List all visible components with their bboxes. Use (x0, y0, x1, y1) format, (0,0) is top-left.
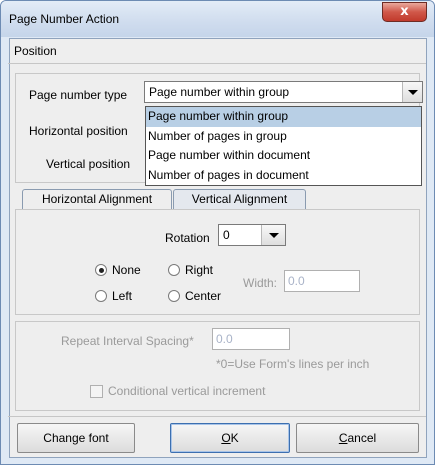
radio-right-label: Right (185, 263, 214, 277)
close-button[interactable]: x (382, 2, 427, 22)
cancel-button[interactable]: Cancel (296, 423, 419, 453)
close-icon: x (400, 4, 409, 19)
dropdown-option[interactable]: Number of pages in document (146, 166, 421, 186)
window-title: Page Number Action (9, 12, 120, 26)
dropdown-option[interactable]: Number of pages in group (146, 127, 421, 147)
dropdown-arrow[interactable] (261, 225, 285, 245)
tab-label: Horizontal Alignment (41, 192, 153, 206)
title-bar: Page Number Action x (1, 1, 434, 37)
page-number-type-value: Page number within group (149, 85, 290, 99)
dropdown-option[interactable]: Page number within document (146, 146, 421, 166)
page-number-type-dropdown-list: Page number within group Number of pages… (145, 106, 422, 186)
tab-label: Vertical Alignment (191, 192, 288, 206)
vertical-position-label: Vertical position (46, 157, 131, 171)
repeat-note: *0=Use Form's lines per inch (216, 357, 370, 371)
rotation-value: 0 (223, 228, 230, 242)
rotation-label: Rotation (165, 231, 210, 245)
horizontal-position-label: Horizontal position (29, 124, 128, 138)
section-label-position: Position (14, 44, 57, 58)
page-number-type-select[interactable]: Page number within group (144, 81, 423, 103)
ok-button[interactable]: OK (170, 423, 290, 453)
tab-horizontal-alignment[interactable]: Horizontal Alignment (22, 189, 172, 209)
radio-center[interactable] (168, 290, 180, 302)
change-font-label: Change font (43, 431, 109, 445)
rotation-select[interactable]: 0 (218, 224, 286, 246)
dropdown-option[interactable]: Page number within group (146, 107, 421, 127)
radio-right[interactable] (168, 264, 180, 276)
conditional-vertical-increment-label: Conditional vertical increment (108, 384, 266, 398)
radio-none[interactable] (95, 264, 107, 276)
radio-left-label: Left (112, 289, 133, 303)
cancel-label-rest: ancel (347, 431, 377, 445)
radio-left[interactable] (95, 290, 107, 302)
width-label: Width: (243, 276, 278, 290)
dropdown-arrow[interactable] (402, 82, 422, 102)
conditional-vertical-increment-checkbox[interactable] (90, 385, 103, 398)
repeat-interval-label: Repeat Interval Spacing* (61, 334, 194, 348)
page-number-type-label: Page number type (29, 88, 128, 102)
repeat-interval-value: 0.0 (216, 332, 233, 346)
chevron-down-icon (408, 90, 418, 95)
ok-label-rest: K (230, 431, 239, 445)
ok-mnemonic: O (221, 431, 231, 445)
repeat-interval-field[interactable]: 0.0 (212, 328, 290, 350)
change-font-button[interactable]: Change font (17, 423, 135, 453)
width-value: 0.0 (288, 274, 305, 288)
divider (8, 416, 426, 417)
radio-selected-dot (99, 268, 104, 273)
chevron-down-icon (269, 233, 279, 238)
divider (8, 63, 426, 64)
radio-none-label: None (112, 263, 141, 277)
tab-vertical-alignment[interactable]: Vertical Alignment (173, 189, 306, 209)
width-field[interactable]: 0.0 (284, 270, 360, 292)
radio-center-label: Center (185, 289, 222, 303)
